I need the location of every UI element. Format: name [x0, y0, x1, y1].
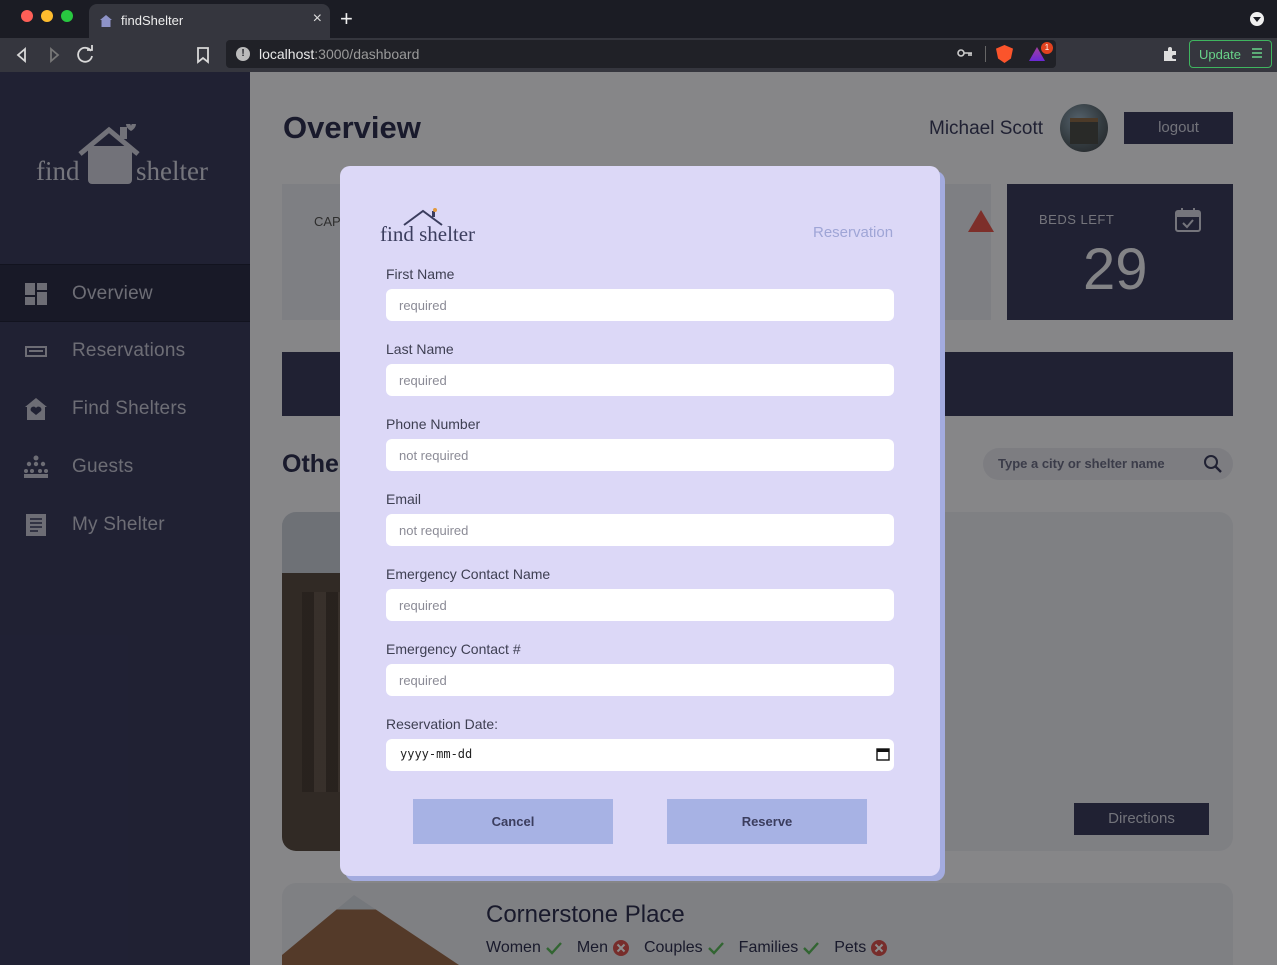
browser-tab[interactable]: findShelter ×	[89, 4, 330, 38]
maximize-window-button[interactable]	[61, 10, 73, 22]
reserve-button[interactable]: Reserve	[667, 799, 867, 844]
modal-heading: Reservation	[813, 224, 894, 241]
browser-titlebar: findShelter × +	[0, 0, 1277, 38]
first-name-label: First Name	[386, 266, 455, 282]
update-button[interactable]: Update	[1189, 40, 1272, 68]
url-text: localhost:3000/dashboard	[259, 46, 420, 62]
extensions-puzzle-icon[interactable]	[1162, 46, 1178, 62]
tab-title: findShelter	[121, 13, 184, 28]
hamburger-menu-icon[interactable]	[1251, 47, 1263, 59]
bookmark-icon[interactable]	[191, 43, 215, 67]
date-placeholder: yyyy-mm-dd	[400, 747, 473, 761]
modal-logo: find shelter	[380, 208, 490, 248]
modal-logo-text: find shelter	[380, 222, 476, 246]
address-bar[interactable]: ! localhost:3000/dashboard 1	[226, 40, 1056, 68]
browser-toolbar: ! localhost:3000/dashboard 1 Update	[0, 38, 1277, 72]
house-favicon-icon	[100, 15, 112, 27]
emergency-contact-name-field[interactable]	[386, 589, 894, 621]
last-name-label: Last Name	[386, 341, 454, 357]
tab-search-icon[interactable]	[1250, 12, 1264, 26]
update-label: Update	[1199, 47, 1241, 62]
emergency-contact-name-label: Emergency Contact Name	[386, 566, 551, 582]
emergency-contact-number-field[interactable]	[386, 664, 894, 696]
minimize-window-button[interactable]	[41, 10, 53, 22]
rewards-badge: 1	[1041, 42, 1053, 54]
reload-icon[interactable]	[74, 43, 98, 67]
reservation-date-label: Reservation Date:	[386, 716, 499, 732]
phone-number-field[interactable]	[386, 439, 894, 471]
back-icon[interactable]	[10, 43, 34, 67]
brave-shields-icon[interactable]	[996, 45, 1013, 63]
reservation-modal: find shelter Reservation First Name Last…	[340, 166, 940, 876]
close-window-button[interactable]	[21, 10, 33, 22]
last-name-field[interactable]	[386, 364, 894, 396]
email-label: Email	[386, 491, 422, 507]
email-field[interactable]	[386, 514, 894, 546]
new-tab-button[interactable]: +	[340, 7, 353, 31]
phone-number-label: Phone Number	[386, 416, 481, 432]
emergency-contact-number-label: Emergency Contact #	[386, 641, 521, 657]
reservation-date-field[interactable]: yyyy-mm-dd	[386, 739, 894, 771]
cancel-button[interactable]: Cancel	[413, 799, 613, 844]
first-name-field[interactable]	[386, 289, 894, 321]
tab-close-icon[interactable]: ×	[313, 10, 322, 28]
site-info-icon[interactable]: !	[236, 47, 250, 61]
omnibox-divider	[985, 46, 986, 62]
forward-icon[interactable]	[42, 43, 66, 67]
password-key-icon[interactable]	[957, 46, 973, 60]
calendar-picker-icon[interactable]	[876, 747, 890, 761]
